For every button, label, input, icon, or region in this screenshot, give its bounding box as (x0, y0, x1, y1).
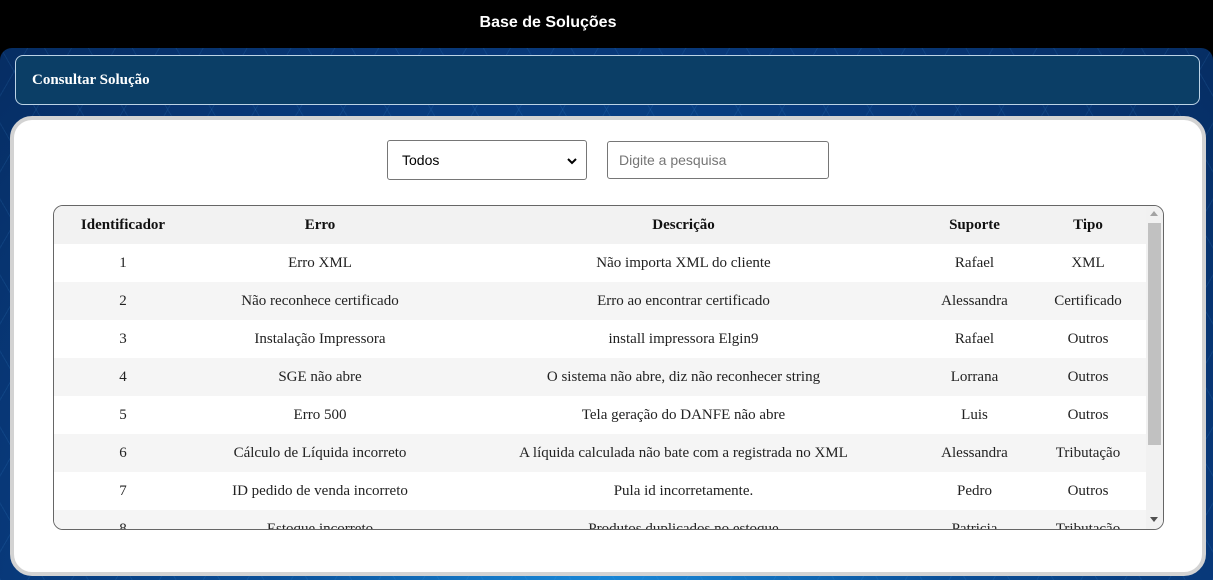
table-row[interactable]: 1 Erro XML Não importa XML do cliente Ra… (54, 244, 1146, 282)
cell-identificador: 1 (54, 244, 192, 282)
cell-identificador: 2 (54, 282, 192, 320)
page-title: Consultar Solução (32, 72, 150, 88)
column-header-descricao[interactable]: Descrição (448, 206, 919, 244)
table-row[interactable]: 3 Instalação Impressora install impresso… (54, 320, 1146, 358)
cell-suporte: Alessandra (919, 434, 1030, 472)
column-header-erro[interactable]: Erro (192, 206, 448, 244)
type-filter-select[interactable]: Todos (387, 140, 587, 180)
column-header-suporte[interactable]: Suporte (919, 206, 1030, 244)
cell-identificador: 7 (54, 472, 192, 510)
scroll-down-arrow-icon[interactable] (1150, 517, 1158, 522)
cell-tipo: Outros (1030, 396, 1146, 434)
cell-tipo: Tributação (1030, 510, 1146, 529)
cell-tipo: Outros (1030, 320, 1146, 358)
cell-identificador: 3 (54, 320, 192, 358)
solutions-table-container: Identificador Erro Descrição Suporte Tip… (53, 205, 1164, 530)
cell-erro: Instalação Impressora (192, 320, 448, 358)
cell-identificador: 6 (54, 434, 192, 472)
cell-suporte: Rafael (919, 244, 1030, 282)
cell-suporte: Luis (919, 396, 1030, 434)
cell-erro: SGE não abre (192, 358, 448, 396)
scroll-up-arrow-icon[interactable] (1150, 211, 1158, 216)
table-viewport: Identificador Erro Descrição Suporte Tip… (54, 206, 1146, 529)
chevron-down-icon (567, 158, 577, 165)
scroll-thumb[interactable] (1148, 223, 1161, 445)
cell-identificador: 8 (54, 510, 192, 529)
app-title: Base de Soluções (479, 14, 617, 31)
table-header-row: Identificador Erro Descrição Suporte Tip… (54, 206, 1146, 244)
cell-identificador: 4 (54, 358, 192, 396)
table-row[interactable]: 8 Estoque incorreto Produtos duplicados … (54, 510, 1146, 529)
type-filter-value: Todos (402, 152, 440, 168)
cell-erro: ID pedido de venda incorreto (192, 472, 448, 510)
cell-descricao: O sistema não abre, diz não reconhecer s… (448, 358, 919, 396)
cell-erro: Erro XML (192, 244, 448, 282)
table-row[interactable]: 7 ID pedido de venda incorreto Pula id i… (54, 472, 1146, 510)
top-bar: Base de Soluções (0, 0, 1213, 48)
cell-suporte: Patricia (919, 510, 1030, 529)
cell-tipo: Certificado (1030, 282, 1146, 320)
table-row[interactable]: 4 SGE não abre O sistema não abre, diz n… (54, 358, 1146, 396)
cell-tipo: Outros (1030, 358, 1146, 396)
column-header-tipo[interactable]: Tipo (1030, 206, 1146, 244)
cell-descricao: Não importa XML do cliente (448, 244, 919, 282)
cell-suporte: Alessandra (919, 282, 1030, 320)
cell-suporte: Rafael (919, 320, 1030, 358)
cell-descricao: Erro ao encontrar certificado (448, 282, 919, 320)
cell-tipo: XML (1030, 244, 1146, 282)
cell-tipo: Tributação (1030, 434, 1146, 472)
cell-tipo: Outros (1030, 472, 1146, 510)
cell-descricao: Tela geração do DANFE não abre (448, 396, 919, 434)
header-panel: Consultar Solução (15, 55, 1200, 105)
cell-erro: Erro 500 (192, 396, 448, 434)
cell-descricao: Pula id incorretamente. (448, 472, 919, 510)
cell-erro: Estoque incorreto (192, 510, 448, 529)
cell-identificador: 5 (54, 396, 192, 434)
cell-suporte: Lorrana (919, 358, 1030, 396)
table-scrollbar[interactable] (1146, 206, 1163, 529)
solutions-table: Identificador Erro Descrição Suporte Tip… (54, 206, 1146, 529)
search-input[interactable] (607, 141, 829, 179)
cell-erro: Não reconhece certificado (192, 282, 448, 320)
cell-descricao: install impressora Elgin9 (448, 320, 919, 358)
table-row[interactable]: 2 Não reconhece certificado Erro ao enco… (54, 282, 1146, 320)
cell-erro: Cálculo de Líquida incorreto (192, 434, 448, 472)
cell-suporte: Pedro (919, 472, 1030, 510)
table-row[interactable]: 5 Erro 500 Tela geração do DANFE não abr… (54, 396, 1146, 434)
cell-descricao: A líquida calculada não bate com a regis… (448, 434, 919, 472)
column-header-identificador[interactable]: Identificador (54, 206, 192, 244)
table-row[interactable]: 6 Cálculo de Líquida incorreto A líquida… (54, 434, 1146, 472)
cell-descricao: Produtos duplicados no estoque (448, 510, 919, 529)
